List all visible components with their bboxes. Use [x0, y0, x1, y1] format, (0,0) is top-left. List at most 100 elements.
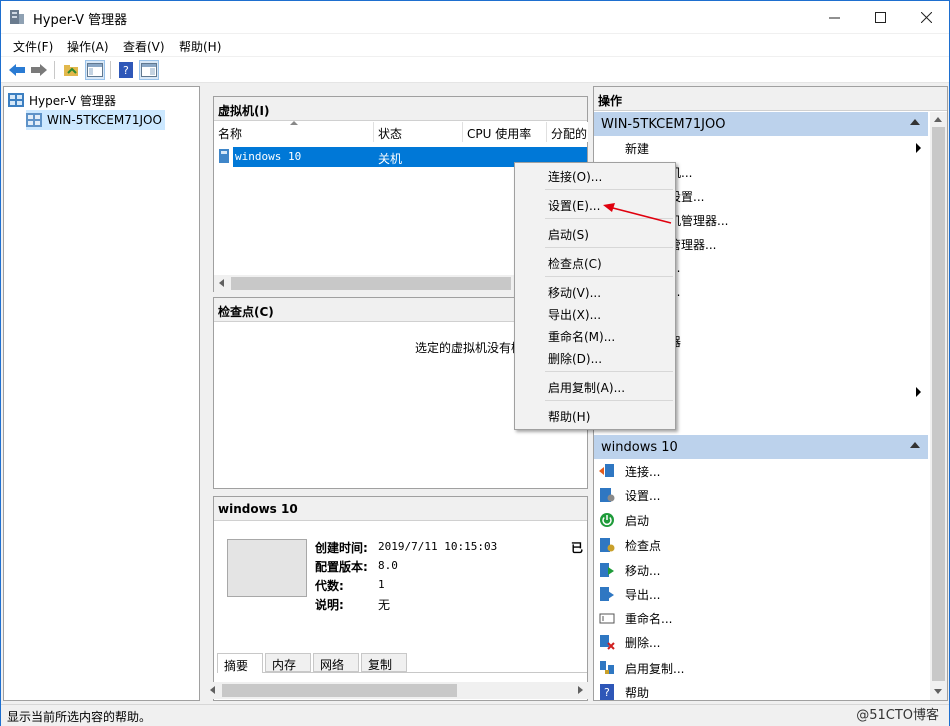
- tab-network-label: 网络: [320, 658, 345, 672]
- action-export-label: 导出...: [625, 587, 661, 602]
- scroll-left-icon[interactable]: [219, 279, 224, 287]
- action-vsan-manager[interactable]: 管理器...: [669, 233, 716, 255]
- submenu-arrow-icon: [916, 387, 921, 397]
- vm-state: 关机: [378, 152, 403, 166]
- scroll-down-icon[interactable]: [934, 689, 942, 694]
- tree-item-hyperv-manager[interactable]: Hyper-V 管理器: [8, 90, 116, 110]
- action-enable-replication[interactable]: 启用复制...: [599, 657, 684, 679]
- label-config-version: 配置版本:: [315, 560, 368, 574]
- action-settings-label: 设置...: [625, 488, 661, 503]
- ctx-checkpoint[interactable]: 检查点(C): [548, 255, 602, 272]
- menu-file[interactable]: 文件(F): [13, 38, 53, 55]
- scroll-thumb[interactable]: [222, 684, 457, 697]
- forward-button[interactable]: [29, 60, 49, 80]
- menu-help[interactable]: 帮助(H): [179, 38, 221, 55]
- action-checkpoint-label: 检查点: [625, 538, 662, 553]
- action-checkpoint[interactable]: 检查点: [599, 534, 661, 556]
- rename-icon: [599, 610, 615, 626]
- column-cpu-label: CPU 使用率: [467, 127, 532, 141]
- action-vswitch-label: 机管理器...: [669, 213, 729, 228]
- scroll-thumb[interactable]: [932, 127, 945, 681]
- scroll-left-icon[interactable]: [210, 686, 215, 694]
- value-generation: 1: [378, 578, 385, 591]
- actions-server-group[interactable]: WIN-5TKCEM71JOO: [594, 112, 928, 136]
- back-arrow-icon: [9, 64, 25, 76]
- submenu-arrow-icon: [916, 143, 921, 153]
- menu-view[interactable]: 查看(V): [123, 38, 165, 55]
- column-cpu[interactable]: CPU 使用率: [463, 122, 547, 142]
- ctx-move[interactable]: 移动(V)...: [548, 284, 601, 301]
- ctx-help[interactable]: 帮助(H): [548, 408, 590, 425]
- menu-action[interactable]: 操作(A): [67, 38, 109, 55]
- action-connect[interactable]: 连接...: [599, 460, 660, 482]
- action-vswitch-manager[interactable]: 机管理器...: [669, 209, 728, 231]
- action-move-label: 移动...: [625, 563, 661, 578]
- tree-item-server[interactable]: WIN-5TKCEM71JOO: [26, 110, 165, 130]
- tab-replication[interactable]: 复制: [361, 653, 407, 672]
- action-export[interactable]: 导出...: [599, 583, 660, 605]
- scroll-right-icon[interactable]: [578, 686, 583, 694]
- action-help[interactable]: ? 帮助: [599, 681, 649, 703]
- scroll-thumb[interactable]: [231, 277, 511, 290]
- tab-summary[interactable]: 摘要: [217, 653, 263, 673]
- actions-vm-group[interactable]: windows 10: [594, 435, 928, 459]
- column-assigned-memory[interactable]: 分配的: [547, 122, 588, 142]
- ctx-export[interactable]: 导出(X)...: [548, 306, 601, 323]
- action-settings[interactable]: 设置...: [599, 484, 660, 506]
- ctx-settings[interactable]: 设置(E)...: [548, 197, 600, 214]
- maximize-button[interactable]: [857, 1, 903, 33]
- help-icon: ?: [599, 684, 615, 700]
- action-start[interactable]: 启动: [599, 509, 649, 531]
- settings-icon: [599, 487, 615, 503]
- center-horizontal-scrollbar[interactable]: [205, 682, 588, 699]
- details-tab-strip: 摘要 内存 网络 复制: [217, 653, 587, 673]
- show-hide-tree-button[interactable]: [85, 60, 105, 80]
- menu-separator: [545, 276, 673, 277]
- ctx-rename[interactable]: 重命名(M)...: [548, 328, 615, 345]
- minimize-button[interactable]: [811, 1, 857, 33]
- menu-bar: 文件(F) 操作(A) 查看(V) 帮助(H): [1, 34, 949, 56]
- action-new[interactable]: 新建: [625, 137, 649, 159]
- up-level-button[interactable]: [61, 60, 81, 80]
- collapse-icon[interactable]: [910, 119, 920, 125]
- svg-text:?: ?: [604, 686, 610, 699]
- tab-network[interactable]: 网络: [313, 653, 359, 672]
- checkpoint-empty-message: 选定的虚拟机没有检: [415, 341, 524, 355]
- svg-text:?: ?: [123, 64, 129, 77]
- action-delete[interactable]: 删除...: [599, 631, 660, 653]
- help-button[interactable]: ?: [116, 60, 136, 80]
- status-text: 显示当前所选内容的帮助。: [7, 710, 152, 724]
- sort-ascending-icon: [290, 121, 298, 125]
- ctx-connect[interactable]: 连接(O)...: [548, 168, 602, 185]
- action-help-label: 帮助: [625, 685, 650, 700]
- clipped-label: 已: [571, 541, 584, 555]
- action-connect-label: 连接...: [625, 464, 661, 479]
- action-move[interactable]: 移动...: [599, 559, 660, 581]
- column-state[interactable]: 状态: [374, 122, 463, 142]
- ctx-start[interactable]: 启动(S): [548, 226, 589, 243]
- action-rename[interactable]: 重命名...: [599, 607, 672, 629]
- back-button[interactable]: [7, 60, 27, 80]
- tab-memory[interactable]: 内存: [265, 653, 311, 672]
- toolbar-separator: [54, 61, 55, 79]
- show-hide-action-pane-button[interactable]: [139, 60, 159, 80]
- column-name[interactable]: 名称: [214, 122, 374, 142]
- close-icon: [920, 11, 932, 23]
- vm-group-label: windows 10: [601, 440, 678, 455]
- ctx-enable-replication[interactable]: 启用复制(A)...: [548, 379, 625, 396]
- delete-icon: [599, 634, 615, 650]
- vm-name: windows 10: [235, 150, 302, 163]
- forward-arrow-icon: [31, 64, 47, 76]
- collapse-icon[interactable]: [910, 442, 920, 448]
- label-notes: 说明:: [315, 598, 344, 612]
- scroll-up-icon[interactable]: [934, 117, 942, 122]
- console-tree: Hyper-V 管理器 WIN-5TKCEM71JOO: [3, 86, 200, 701]
- column-name-label: 名称: [218, 127, 243, 141]
- connect-icon: [599, 463, 615, 479]
- value-config-version: 8.0: [378, 559, 398, 572]
- vm-thumbnail: [227, 539, 307, 597]
- ctx-delete[interactable]: 删除(D)...: [548, 350, 602, 367]
- tree-server-label: WIN-5TKCEM71JOO: [47, 113, 162, 127]
- actions-vertical-scrollbar[interactable]: [930, 112, 947, 700]
- close-button[interactable]: [903, 1, 949, 33]
